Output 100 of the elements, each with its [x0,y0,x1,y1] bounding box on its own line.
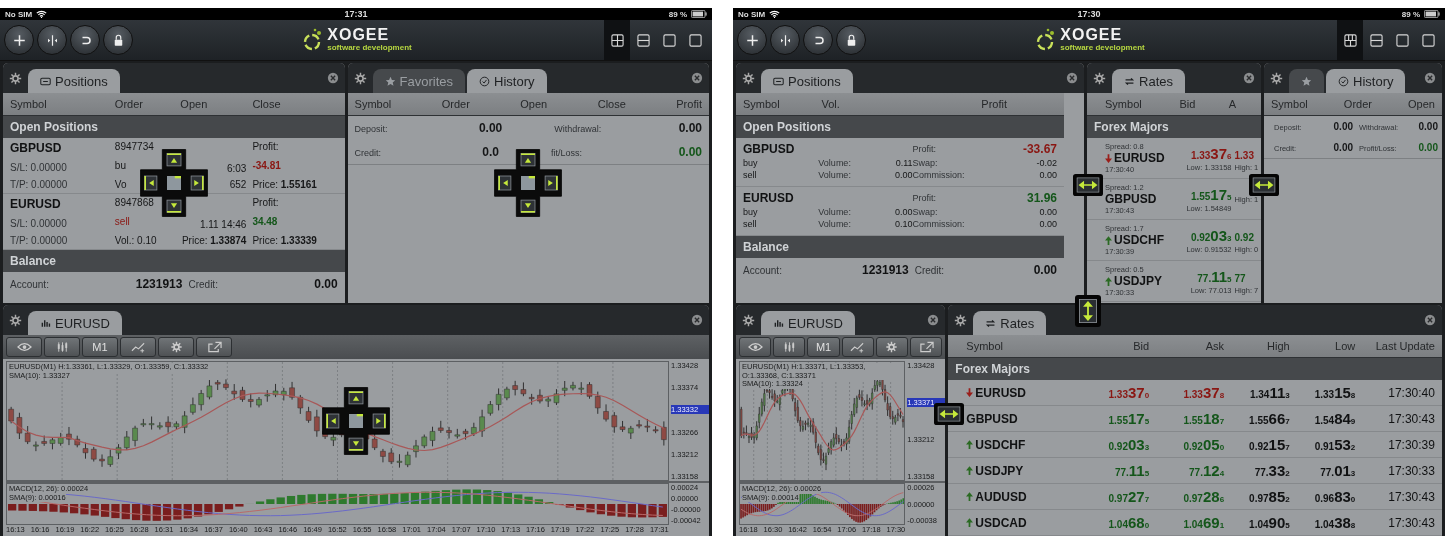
update-time: 17:30:33 [1387,463,1435,478]
close-icon[interactable] [326,72,339,84]
low-price: 1.33158 [1313,383,1356,402]
order-text: 8947734 [114,141,154,152]
column-header: Ask [1204,340,1225,352]
eye-button[interactable] [6,337,42,357]
column-header: Open [180,98,209,110]
candles-button[interactable] [44,337,80,357]
order-text: Vo [114,179,127,190]
timeframe-button[interactable]: M1 [82,337,118,357]
layout-button[interactable] [604,20,630,60]
settings-icon[interactable] [742,71,755,85]
undo-button[interactable] [70,25,100,55]
update-time: 17:30:43 [1387,489,1435,504]
panel-tab[interactable]: EURUSD [761,311,855,335]
panel-tab[interactable]: History [467,69,547,93]
settings-icon[interactable] [742,313,755,327]
column-header: Order [1343,98,1372,110]
panel-tab[interactable]: Rates [973,311,1047,335]
split-button[interactable] [37,25,67,55]
column-header: Open [520,98,548,110]
volume-label: Volume: [818,219,852,229]
settings-icon[interactable] [9,313,22,327]
gear-button[interactable] [875,337,909,357]
history-label: Withdrawal: [554,124,603,134]
close-icon[interactable] [927,314,940,326]
settings-icon[interactable] [1270,71,1284,85]
layout-button[interactable] [1337,20,1363,60]
dock-guide-drawing[interactable] [321,385,391,456]
open-text: 652 [229,179,247,190]
candles-button[interactable] [773,337,806,357]
history-value: 0.00 [678,121,702,135]
symbol-label: GBPUSD [743,142,796,156]
horizontal-resize-icon[interactable] [934,403,964,425]
column-header: Low [1334,340,1356,352]
balance-label: Credit: [914,265,946,276]
logo-wordmark: XOGEE [327,27,391,45]
open-text: 1.11 14:46 [199,219,247,230]
symbol-label: USDJPY [975,463,1024,478]
settings-icon[interactable] [1093,71,1106,85]
symbol-label: USDCHF [975,437,1026,452]
undo-button[interactable] [803,25,833,55]
close-icon[interactable] [1243,72,1256,84]
history-value: 0.00 [1333,121,1353,132]
symbol-label: USDCAD [975,515,1027,530]
gear-button[interactable] [158,337,194,357]
symbol-label: USDJPY [1114,274,1163,288]
panel-tab[interactable] [1289,69,1325,93]
column-header: A [1228,98,1238,110]
wifi-icon [769,10,781,18]
panel-tab[interactable]: History [1326,69,1406,93]
share-button[interactable] [196,337,232,357]
panel-tab[interactable]: Positions [28,69,120,93]
add-button[interactable] [737,25,767,55]
volume-value: 0.00 [894,207,913,217]
close-icon[interactable] [691,72,703,84]
close-icon[interactable] [1066,72,1078,84]
column-header: Symbol [10,98,48,110]
eye-button[interactable] [739,337,772,357]
symbol-label: EURUSD [1114,151,1165,165]
lock-button[interactable] [836,25,866,55]
stat-value: -0.02 [1036,158,1057,168]
panel-tab[interactable]: Favorites [372,69,466,93]
battery-icon [691,10,707,18]
symbol-label: GBPUSD [10,141,63,155]
settings-icon[interactable] [353,71,367,85]
plus-icon [11,32,27,48]
panel-tab[interactable]: Positions [761,69,853,93]
share-button[interactable] [910,337,943,357]
symbol-label: GBPUSD [1105,192,1157,206]
close-price: Price: 1.33339 [252,235,318,246]
horizontal-resize-icon[interactable] [1073,174,1103,196]
vertical-resize-icon[interactable] [1075,295,1101,327]
indicator-button[interactable] [841,337,874,357]
balance-value: 0.00 [1033,263,1057,277]
high-price: 77.332 [1253,461,1290,480]
close-icon[interactable] [1424,314,1436,326]
close-icon[interactable] [691,314,703,326]
settings-icon[interactable] [954,313,968,327]
battery-icon [1424,10,1440,18]
side-label: sell [743,170,758,180]
ask-price: 1.55187 [1182,409,1225,428]
panel-tab[interactable]: EURUSD [28,311,122,335]
bid-price: 77.115 [1197,267,1232,286]
volume-label: Volume: [818,170,852,180]
balance-label: Credit: [188,279,219,290]
stat-label: Profit: [912,193,938,203]
add-button[interactable] [4,25,34,55]
close-icon[interactable] [1424,72,1436,84]
line-plus-icon [850,341,866,353]
clock-check-icon [1338,75,1350,87]
order-text: 8947868 [114,197,154,208]
timeframe-button[interactable]: M1 [807,337,840,357]
star-icon [1301,75,1313,87]
panel-tab[interactable]: Rates [1112,69,1185,93]
horizontal-resize-icon[interactable] [1249,174,1279,196]
lock-button[interactable] [103,25,133,55]
indicator-button[interactable] [120,337,156,357]
settings-icon[interactable] [9,71,22,85]
split-button[interactable] [770,25,800,55]
